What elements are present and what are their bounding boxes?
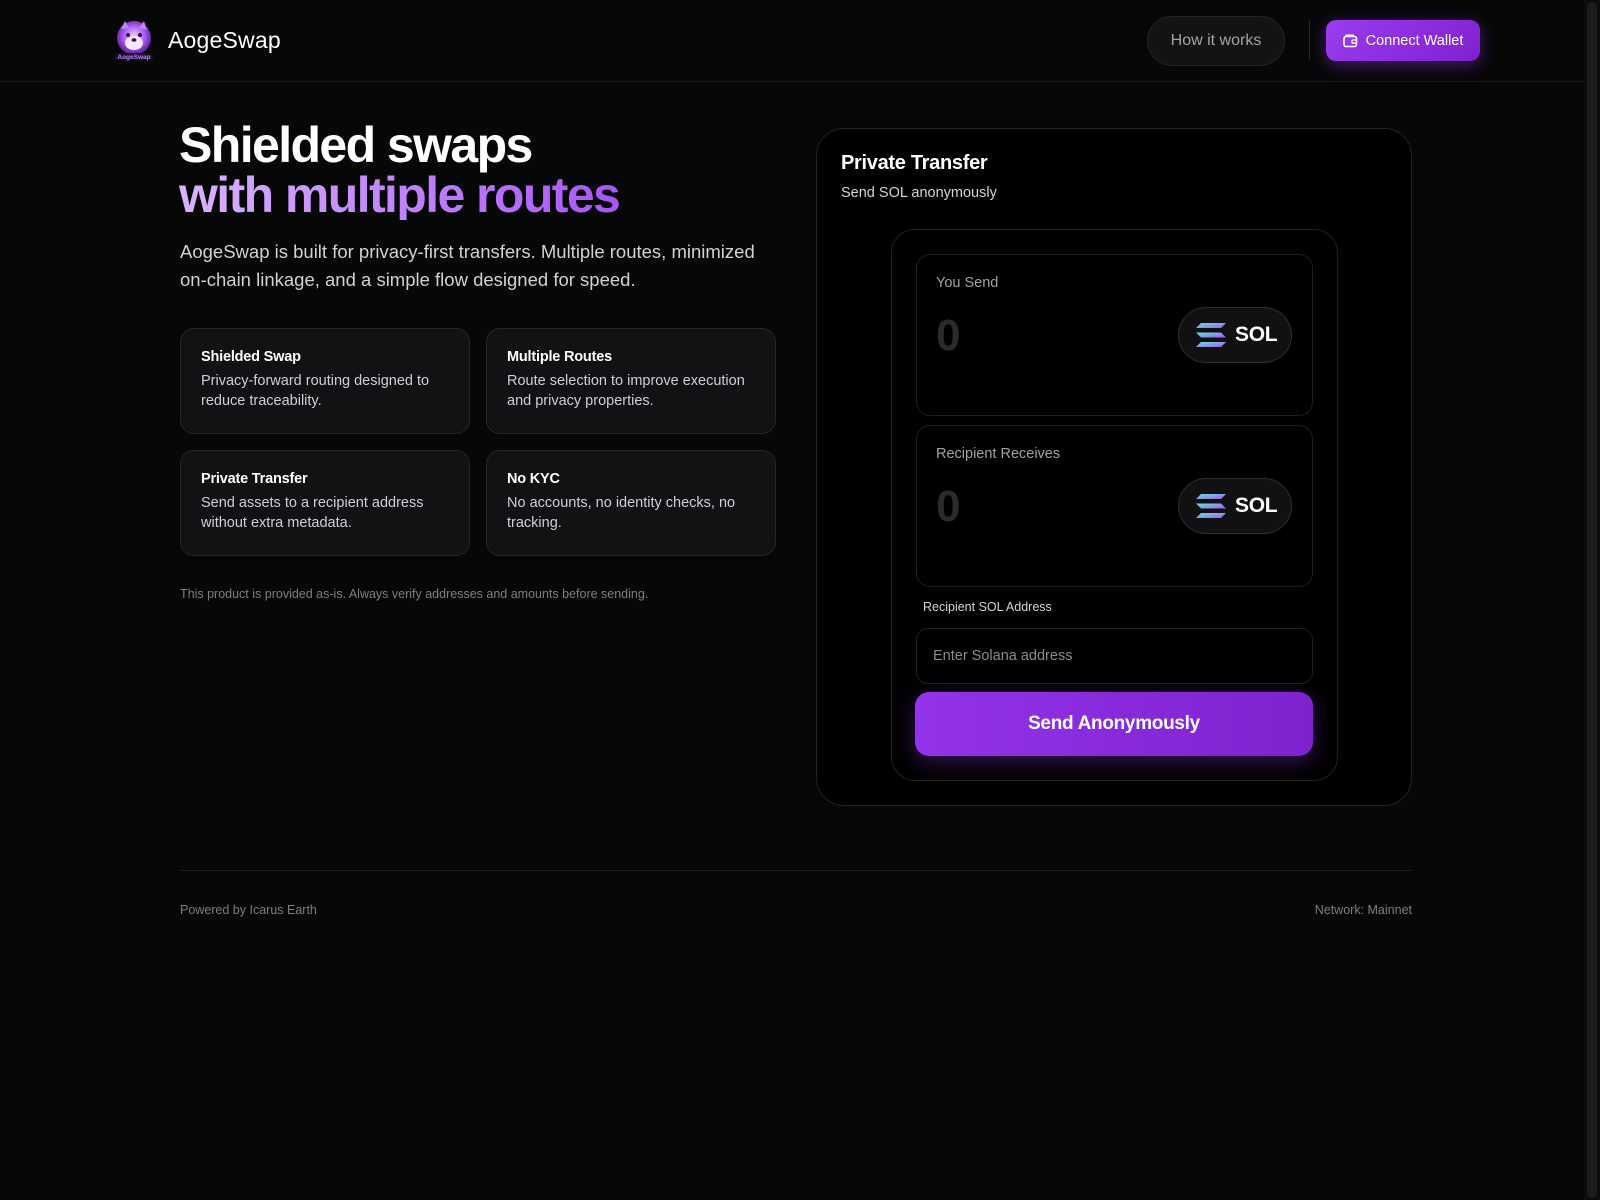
feature-description: No accounts, no identity checks, no trac… <box>507 495 736 531</box>
doge-logo-icon[interactable]: AogeSwap <box>113 19 155 61</box>
solana-icon <box>1196 494 1226 518</box>
disclaimer-text: This product is provided as-is. Always v… <box>180 587 649 601</box>
receive-amount-box[interactable]: Recipient Receives 0 SOL <box>916 425 1313 587</box>
footer-divider <box>180 870 1412 871</box>
recipient-address-label: Recipient SOL Address <box>923 600 1052 614</box>
receive-token-symbol: SOL <box>1235 494 1278 517</box>
solana-icon <box>1196 323 1226 347</box>
hero-title: Shielded swaps with multiple routes <box>179 117 621 223</box>
feature-description: Route selection to improve execution and… <box>507 373 745 409</box>
powered-by-text: Powered by Icarus Earth <box>180 903 317 917</box>
network-status: Network: Mainnet <box>1314 903 1412 917</box>
send-amount-input[interactable]: 0 <box>936 311 960 361</box>
how-it-works-button[interactable]: How it works <box>1147 16 1285 66</box>
logo-caption: AogeSwap <box>117 54 150 61</box>
feature-description: Send assets to a recipient address witho… <box>201 495 424 531</box>
send-anonymously-button[interactable]: Send Anonymously <box>915 692 1313 756</box>
receive-label: Recipient Receives <box>936 446 1061 462</box>
receive-token-selector[interactable]: SOL <box>1178 478 1292 534</box>
hero-description: AogeSwap is built for privacy-first tran… <box>180 241 755 290</box>
wallet-icon <box>1342 34 1357 47</box>
connect-wallet-label: Connect Wallet <box>1365 32 1464 49</box>
hero-title-line2: with multiple routes <box>179 167 621 223</box>
send-amount-box[interactable]: You Send 0 SOL <box>916 254 1313 416</box>
feature-card-multiple-routes: Multiple Routes Route selection to impro… <box>486 328 776 434</box>
hero-title-line1: Shielded swaps <box>179 117 533 173</box>
send-token-selector[interactable]: SOL <box>1178 307 1292 363</box>
recipient-address-input[interactable] <box>916 628 1313 684</box>
receive-amount-display[interactable]: 0 <box>936 482 960 532</box>
panel-title: Private Transfer <box>841 152 988 174</box>
feature-title: Private Transfer <box>201 471 308 487</box>
page-scrollbar[interactable] <box>1584 0 1600 1200</box>
brand-name[interactable]: AogeSwap <box>168 27 281 54</box>
top-navbar: AogeSwap AogeSwap How it works Connect W… <box>0 0 1584 82</box>
send-token-symbol: SOL <box>1235 323 1278 346</box>
feature-card-shielded-swap: Shielded Swap Privacy-forward routing de… <box>180 328 470 434</box>
feature-title: No KYC <box>507 471 560 487</box>
connect-wallet-button[interactable]: Connect Wallet <box>1326 20 1480 61</box>
scrollbar-thumb[interactable] <box>1587 2 1597 1198</box>
feature-title: Shielded Swap <box>201 349 301 365</box>
send-label: You Send <box>936 275 999 291</box>
feature-title: Multiple Routes <box>507 349 612 365</box>
feature-card-private-transfer: Private Transfer Send assets to a recipi… <box>180 450 470 556</box>
feature-description: Privacy-forward routing designed to redu… <box>201 373 430 409</box>
panel-subtitle: Send SOL anonymously <box>841 185 997 201</box>
nav-divider <box>1309 20 1310 60</box>
feature-card-no-kyc: No KYC No accounts, no identity checks, … <box>486 450 776 556</box>
